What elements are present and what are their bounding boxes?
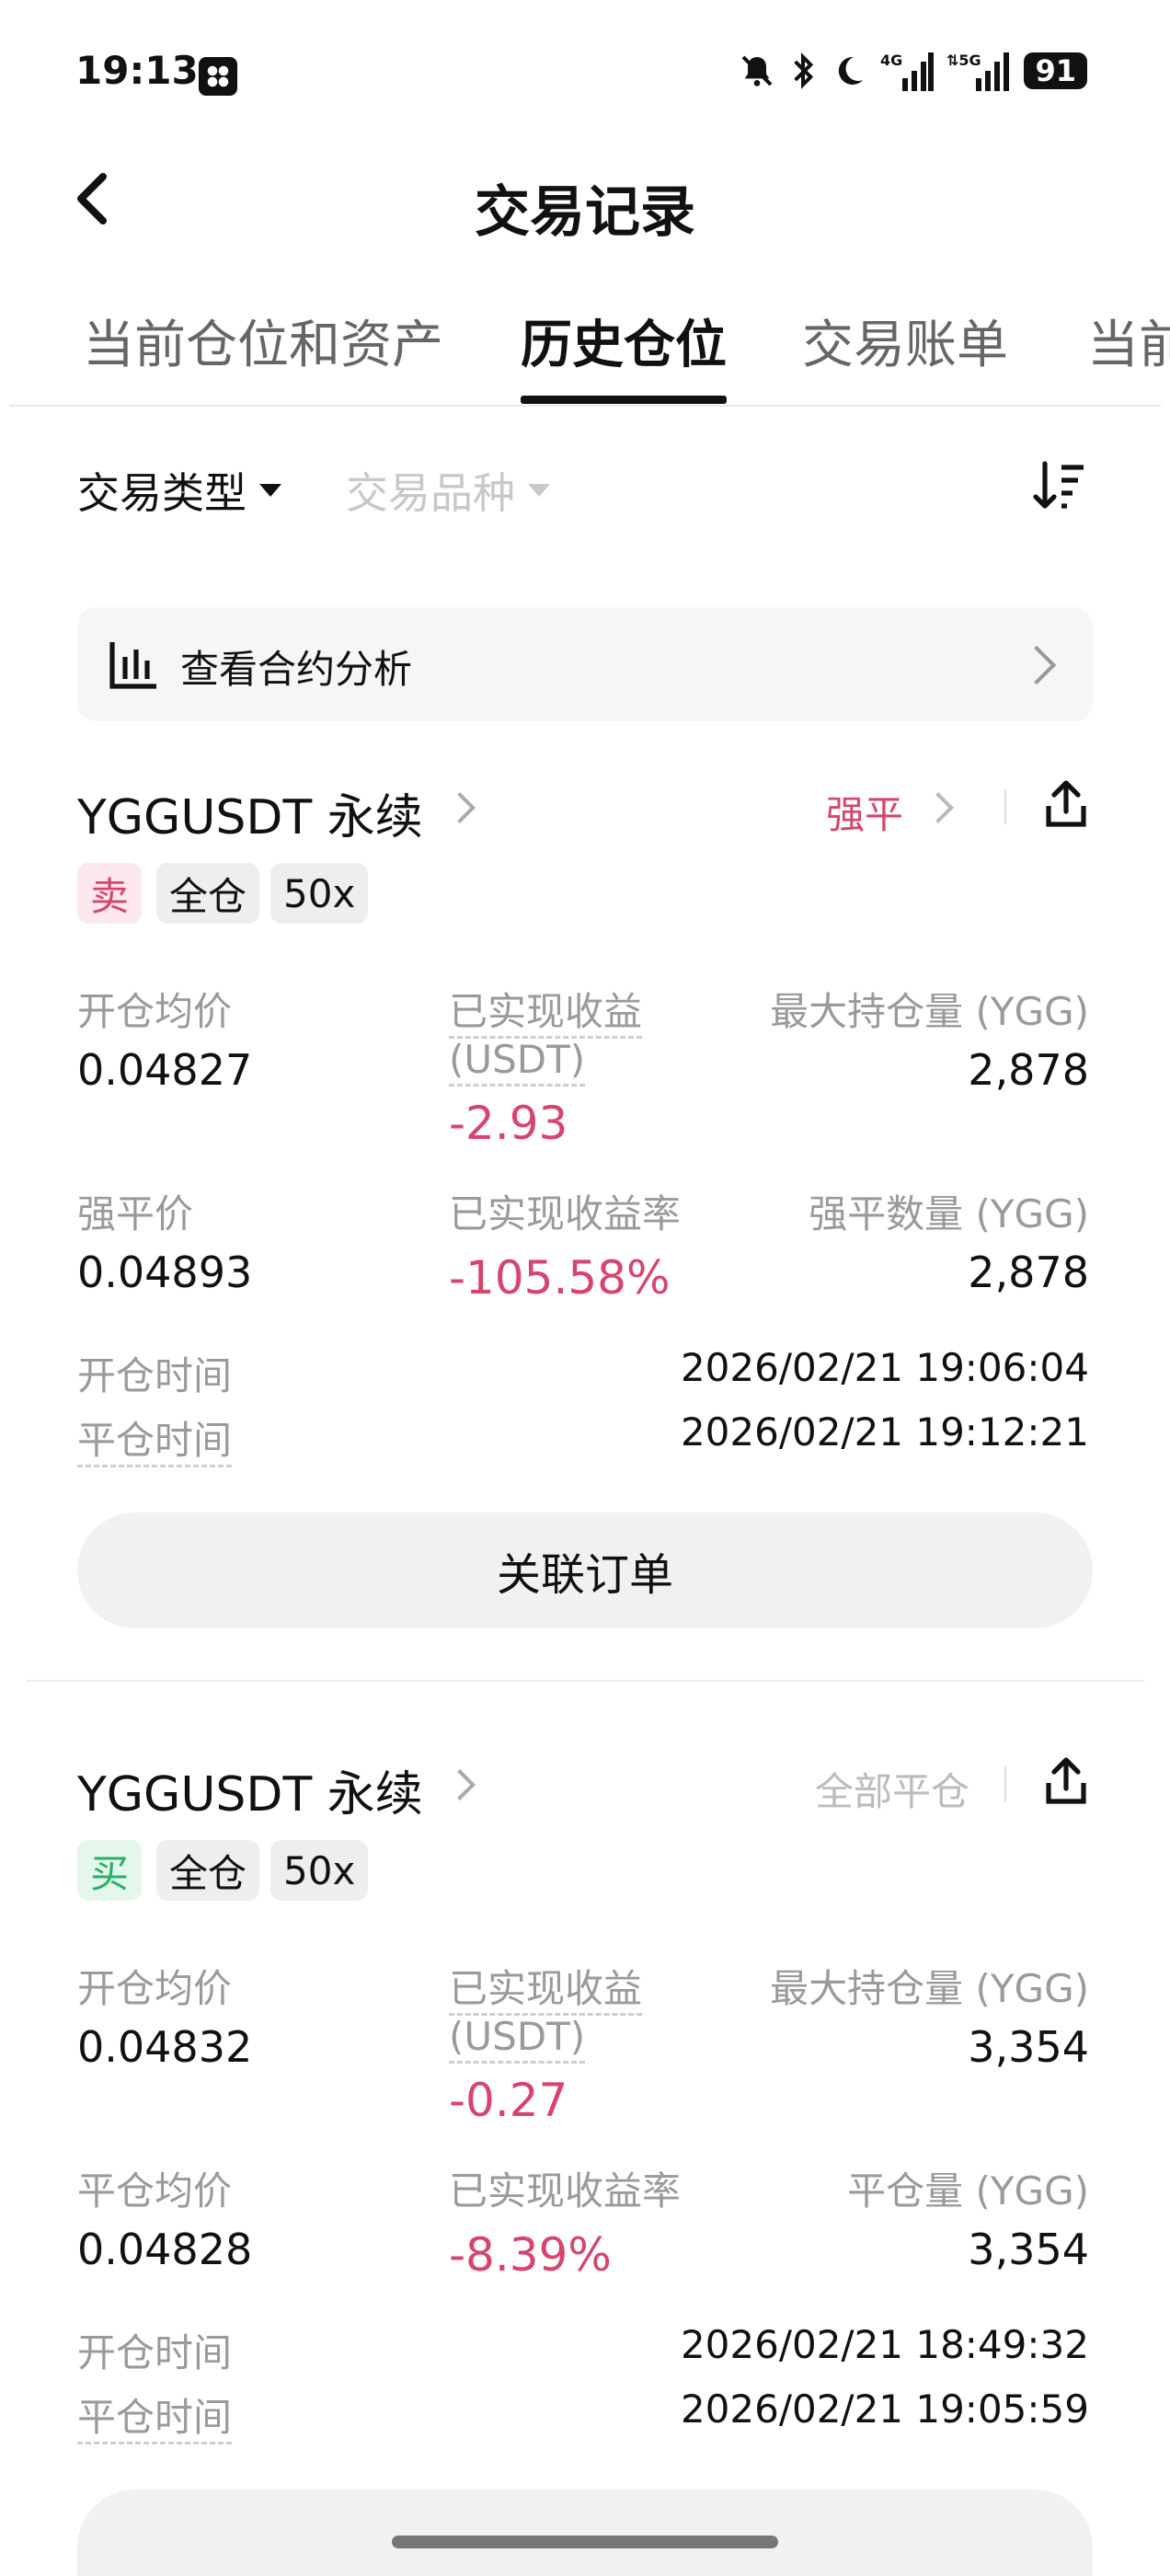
close-qty-label: 平仓量 (YGG) [847, 2168, 1089, 2214]
margin-mode-tag: 全仓 [156, 863, 260, 924]
tab-history-positions[interactable]: 历史仓位 [521, 304, 727, 378]
chevron-right-icon [923, 792, 954, 823]
position-symbol[interactable]: YGGUSDT 永续 [77, 778, 423, 847]
trade-symbol-label: 交易品种 [346, 468, 515, 518]
liquidation-price-label: 强平价 [77, 1191, 194, 1236]
realized-pnl-title: 已实现收益 [449, 989, 643, 1039]
app-notification-icon [199, 57, 237, 96]
tab-current-positions[interactable]: 当前仓位和资产 [83, 304, 443, 378]
side-tag: 卖 [77, 863, 143, 924]
home-indicator[interactable] [392, 2536, 778, 2548]
bell-off-icon [742, 55, 773, 86]
realized-rate-value: -8.39% [449, 2228, 612, 2282]
close-type-link[interactable]: 强平 [826, 784, 903, 840]
liquidation-qty-label: 强平数量 (YGG) [809, 1191, 1089, 1236]
close-time-title: 平仓时间 [77, 1418, 233, 1467]
open-avg-label: 开仓均价 [77, 1966, 233, 2011]
close-avg-label: 平仓均价 [77, 2168, 233, 2214]
battery-icon: 91 [1024, 52, 1087, 89]
realized-pnl-title: 已实现收益 [449, 1966, 643, 2016]
close-qty-value: 3,354 [968, 2225, 1089, 2274]
realized-pnl-label[interactable]: 已实现收益 (USDT) [449, 981, 643, 1087]
margin-mode-tag: 全仓 [156, 1840, 260, 1901]
svg-text:⇅5G: ⇅5G [946, 52, 981, 69]
realized-rate-label: 已实现收益率 [449, 2168, 682, 2214]
realized-pnl-value: -2.93 [449, 1097, 568, 1150]
bar-chart-icon [109, 642, 156, 689]
status-icons: 4G ⇅5G 91 [739, 51, 1087, 91]
close-type-label: 全部平仓 [815, 1769, 970, 1814]
close-time-title: 平仓时间 [77, 2395, 233, 2444]
leverage-tag: 50x [270, 1840, 369, 1901]
trade-type-label: 交易类型 [77, 468, 247, 518]
caret-down-icon [259, 484, 281, 497]
realized-pnl-unit: (USDT) [449, 2014, 586, 2064]
open-time-label: 开仓时间 [77, 1353, 233, 1398]
open-time-value: 2026/02/21 18:49:32 [680, 2322, 1089, 2367]
tab-bar: 当前仓位和资产 历史仓位 交易账单 当前 [0, 285, 1170, 405]
liquidation-qty-value: 2,878 [968, 1248, 1089, 1297]
moon-icon [839, 56, 864, 85]
leverage-tag: 50x [270, 863, 369, 924]
tab-current-orders[interactable]: 当前 [1087, 304, 1170, 378]
close-time-value: 2026/02/21 19:05:59 [680, 2386, 1089, 2432]
page-title: 交易记录 [475, 180, 695, 245]
liquidation-price-value: 0.04893 [77, 1248, 253, 1297]
open-avg-label: 开仓均价 [77, 989, 233, 1034]
max-position-value: 2,878 [968, 1045, 1089, 1095]
open-time-label: 开仓时间 [77, 2330, 233, 2375]
trade-type-filter[interactable]: 交易类型 [77, 460, 281, 521]
position-symbol[interactable]: YGGUSDT 永续 [77, 1755, 423, 1824]
sort-icon[interactable] [1032, 458, 1087, 513]
realized-pnl-label[interactable]: 已实现收益 (USDT) [449, 1958, 643, 2064]
status-time: 19:13 [75, 48, 199, 93]
4g-signal-icon: 4G [880, 52, 935, 91]
contract-analysis-label: 查看合约分析 [180, 647, 413, 692]
max-position-label: 最大持仓量 (YGG) [770, 1966, 1089, 2011]
open-avg-value: 0.04832 [77, 2022, 253, 2072]
chevron-right-icon [444, 1769, 476, 1800]
close-time-value: 2026/02/21 19:12:21 [680, 1409, 1089, 1455]
realized-pnl-unit: (USDT) [449, 1037, 586, 1087]
realized-rate-value: -105.58% [449, 1251, 671, 1305]
active-tab-indicator [521, 396, 727, 404]
max-position-label: 最大持仓量 (YGG) [770, 989, 1089, 1034]
bluetooth-icon [794, 52, 814, 89]
realized-rate-label: 已实现收益率 [449, 1191, 682, 1236]
5g-signal-icon: ⇅5G [946, 52, 1010, 91]
close-time-label[interactable]: 平仓时间 [77, 2386, 233, 2444]
share-icon[interactable] [1043, 780, 1089, 828]
close-avg-value: 0.04828 [77, 2225, 253, 2274]
side-tag: 买 [77, 1840, 143, 1901]
trade-symbol-filter[interactable]: 交易品种 [346, 460, 550, 521]
linked-orders-button[interactable]: 关联订单 [77, 1512, 1093, 1628]
share-icon[interactable] [1043, 1757, 1089, 1805]
tab-divider [9, 405, 1161, 407]
close-time-label[interactable]: 平仓时间 [77, 1409, 233, 1467]
linked-orders-button[interactable] [77, 2490, 1093, 2576]
card-divider [26, 1680, 1144, 1682]
divider [1004, 1766, 1006, 1801]
open-time-value: 2026/02/21 19:06:04 [680, 1345, 1089, 1390]
realized-pnl-value: -0.27 [449, 2074, 568, 2127]
caret-down-icon [528, 484, 550, 497]
svg-text:4G: 4G [880, 52, 902, 69]
tab-trade-bills[interactable]: 交易账单 [802, 304, 1008, 378]
chevron-right-icon [444, 792, 476, 823]
max-position-value: 3,354 [968, 2022, 1089, 2072]
divider [1004, 789, 1006, 824]
open-avg-value: 0.04827 [77, 1045, 253, 1095]
